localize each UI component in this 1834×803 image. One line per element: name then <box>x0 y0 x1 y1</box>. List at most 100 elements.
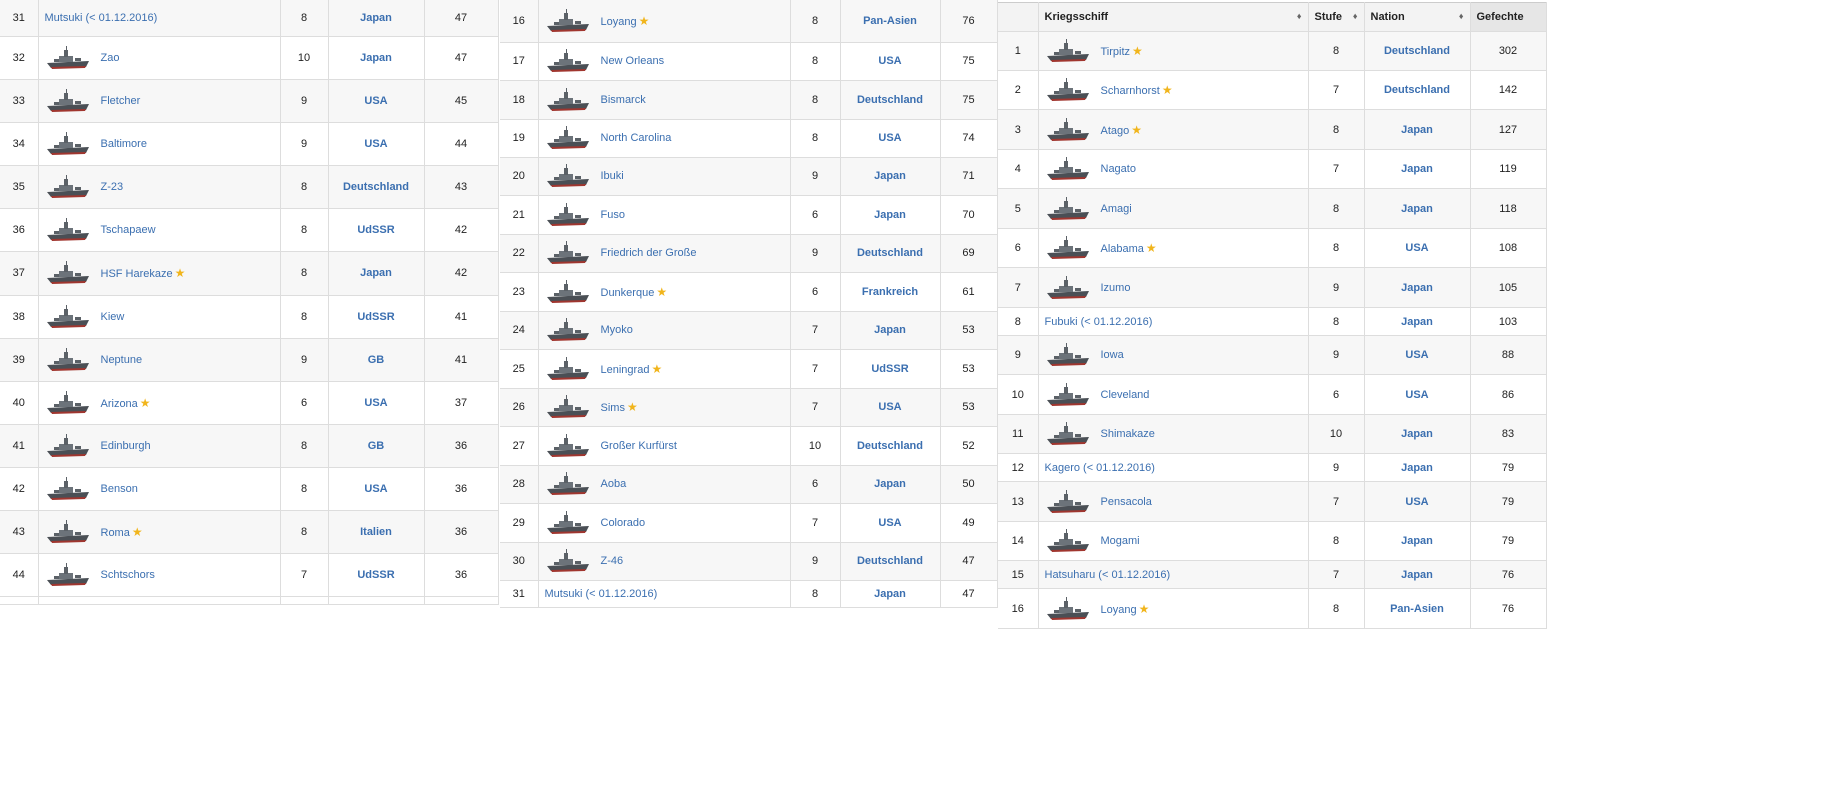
ship-link[interactable]: Neptune <box>101 354 143 366</box>
ship-link[interactable]: Benson <box>101 483 138 495</box>
nation-link[interactable]: GB <box>328 424 425 468</box>
nation-link[interactable]: Frankreich <box>840 272 941 312</box>
ship-link[interactable]: Dunkerque ★ <box>601 285 668 299</box>
nation-link[interactable]: USA <box>1364 228 1471 268</box>
battles-cell: 37 <box>424 381 499 425</box>
ship-link[interactable]: Friedrich der Große <box>601 247 697 259</box>
ship-link[interactable]: Cleveland <box>1101 389 1150 401</box>
ship-link[interactable]: Scharnhorst ★ <box>1101 83 1173 97</box>
ship-link[interactable]: HSF Harekaze ★ <box>101 266 186 280</box>
nation-link[interactable]: Deutschland <box>840 426 941 466</box>
nation-link[interactable]: USA <box>840 388 941 427</box>
nation-link[interactable]: UdSSR <box>840 349 941 389</box>
nation-link[interactable]: Japan <box>328 0 425 37</box>
nation-link[interactable]: USA <box>1364 481 1471 522</box>
nation-link[interactable]: Japan <box>840 195 941 235</box>
nation-link[interactable]: UdSSR <box>328 295 425 339</box>
nation-link[interactable]: Japan <box>840 465 941 504</box>
nation-link[interactable]: Deutschland <box>1364 31 1471 71</box>
ship-link[interactable]: New Orleans <box>601 55 665 67</box>
header-tier[interactable]: Stufe ♦ <box>1308 2 1365 32</box>
ship-link[interactable]: Nagato <box>1101 163 1136 175</box>
ship-link[interactable]: Alabama ★ <box>1101 241 1157 255</box>
nation-link[interactable]: USA <box>1364 335 1471 375</box>
nation-link[interactable]: Deutschland <box>1364 70 1471 110</box>
ship-link[interactable]: Ibuki <box>601 170 624 182</box>
ship-link[interactable]: Colorado <box>601 517 646 529</box>
nation-link[interactable]: Pan-Asien <box>840 0 941 43</box>
nation-link[interactable]: USA <box>328 122 425 166</box>
nation-link[interactable]: Japan <box>1364 267 1471 308</box>
nation-link[interactable]: Italien <box>328 510 425 554</box>
nation-link[interactable]: Japan <box>328 251 425 296</box>
nation-link[interactable]: USA <box>328 79 425 123</box>
nation-link[interactable]: USA <box>840 503 941 543</box>
ship-link[interactable]: Sims ★ <box>601 400 638 414</box>
nation-link[interactable]: USA <box>328 467 425 511</box>
ship-link[interactable]: Roma ★ <box>101 525 143 539</box>
nation-link[interactable]: USA <box>840 42 941 81</box>
table-row: 34 Baltimore 9 USA 44 <box>0 122 499 166</box>
ship-link[interactable]: Arizona ★ <box>101 396 151 410</box>
ship-link[interactable]: Amagi <box>1101 203 1132 215</box>
header-nation[interactable]: Nation ♦ <box>1364 2 1471 32</box>
nation-link[interactable]: Japan <box>1364 149 1471 189</box>
nation-link[interactable]: Deutschland <box>840 542 941 581</box>
nation-link[interactable]: Japan <box>840 580 941 608</box>
nation-link[interactable]: USA <box>328 381 425 425</box>
ship-link[interactable]: Atago ★ <box>1101 123 1143 137</box>
nation-link[interactable]: UdSSR <box>328 208 425 252</box>
nation-link[interactable]: Japan <box>1364 414 1471 454</box>
nation-link[interactable]: USA <box>1364 374 1471 415</box>
header-battles[interactable]: Gefechte <box>1470 2 1547 32</box>
nation-link[interactable]: Japan <box>1364 109 1471 150</box>
ship-link[interactable]: Edinburgh <box>101 440 151 452</box>
nation-link[interactable]: Japan <box>1364 560 1471 589</box>
nation-link[interactable]: Japan <box>840 311 941 350</box>
ship-link[interactable]: Iowa <box>1101 349 1124 361</box>
header-ship[interactable]: Kriegsschiff ♦ <box>1038 2 1309 32</box>
nation-link[interactable]: Japan <box>840 157 941 196</box>
ship-link[interactable]: Großer Kurfürst <box>601 440 677 452</box>
ship-link[interactable]: Loyang ★ <box>1101 602 1150 616</box>
nation-link[interactable]: Deutschland <box>840 234 941 273</box>
ship-link[interactable]: Schtschors <box>101 569 155 581</box>
table-row: 14 Mogami 8 Japan 79 <box>998 521 1547 561</box>
ship-link[interactable]: Fuso <box>601 209 625 221</box>
nation-link[interactable]: Japan <box>1364 188 1471 229</box>
ship-link[interactable]: Hatsuharu (< 01.12.2016) <box>1045 569 1171 581</box>
ship-link[interactable]: Leningrad ★ <box>601 362 663 376</box>
nation-link[interactable]: Japan <box>1364 307 1471 336</box>
ship-link[interactable]: Kiew <box>101 311 125 323</box>
ship-link[interactable]: Z-46 <box>601 555 624 567</box>
ship-link[interactable]: Mutsuki (< 01.12.2016) <box>545 588 658 600</box>
nation-link[interactable]: Deutschland <box>328 165 425 209</box>
ship-link[interactable]: Mutsuki (< 01.12.2016) <box>45 12 158 24</box>
ship-link[interactable]: Z-23 <box>101 181 124 193</box>
ship-link[interactable]: Myoko <box>601 324 633 336</box>
ship-link[interactable]: Izumo <box>1101 282 1131 294</box>
nation-link[interactable]: USA <box>840 119 941 158</box>
ship-link[interactable]: Zao <box>101 52 120 64</box>
ship-link[interactable]: North Carolina <box>601 132 672 144</box>
tier-cell: 8 <box>1308 188 1365 229</box>
nation-link[interactable]: Japan <box>1364 453 1471 482</box>
ship-link[interactable]: Loyang ★ <box>601 14 650 28</box>
ship-link[interactable]: Pensacola <box>1101 496 1152 508</box>
nation-link[interactable]: Japan <box>1364 521 1471 561</box>
nation-link[interactable]: GB <box>328 338 425 382</box>
ship-link[interactable]: Tirpitz ★ <box>1101 44 1143 58</box>
ship-link[interactable]: Fubuki (< 01.12.2016) <box>1045 316 1153 328</box>
ship-link[interactable]: Kagero (< 01.12.2016) <box>1045 462 1155 474</box>
ship-link[interactable]: Baltimore <box>101 138 147 150</box>
ship-link[interactable]: Fletcher <box>101 95 141 107</box>
ship-link[interactable]: Bismarck <box>601 94 646 106</box>
ship-link[interactable]: Aoba <box>601 478 627 490</box>
nation-link[interactable]: Deutschland <box>840 80 941 120</box>
ship-link[interactable]: Mogami <box>1101 535 1140 547</box>
nation-link[interactable]: UdSSR <box>328 553 425 597</box>
ship-link[interactable]: Tschapaew <box>101 224 156 236</box>
nation-link[interactable]: Pan-Asien <box>1364 588 1471 629</box>
ship-link[interactable]: Shimakaze <box>1101 428 1155 440</box>
nation-link[interactable]: Japan <box>328 36 425 80</box>
